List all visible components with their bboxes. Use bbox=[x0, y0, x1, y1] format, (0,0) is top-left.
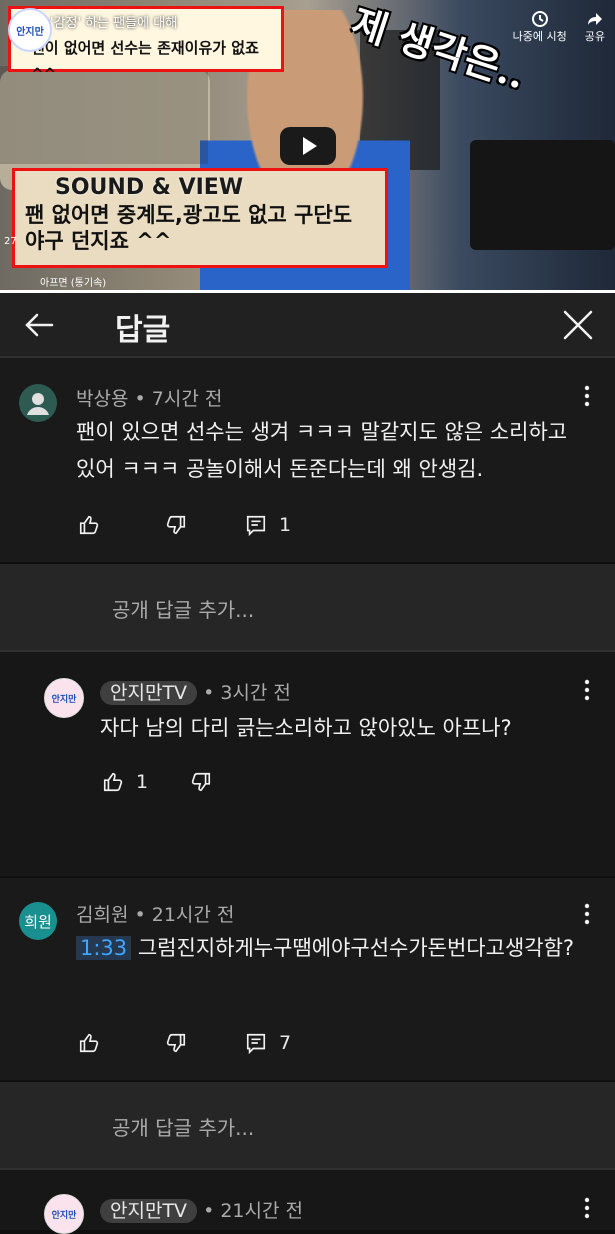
reply-count: 1 bbox=[279, 514, 292, 536]
comment-time: • 21시간 전 bbox=[134, 904, 235, 926]
comment-item: 안지만 안지만TV • 21시간 전 bbox=[0, 1170, 615, 1234]
more-vert-icon[interactable] bbox=[582, 902, 592, 926]
comment-time: • 7시간 전 bbox=[134, 388, 223, 410]
like-button[interactable]: 1 bbox=[102, 771, 148, 793]
share-icon bbox=[587, 13, 602, 25]
avatar[interactable]: 안지만 bbox=[44, 678, 84, 718]
thumbs-down-icon bbox=[166, 1033, 186, 1053]
channel-logo: 안지만 bbox=[8, 8, 52, 52]
video-background-couch bbox=[470, 140, 615, 250]
replies-header: 답글 bbox=[0, 293, 615, 358]
watch-later-control[interactable]: 나중에 시청 bbox=[513, 10, 567, 44]
avatar-text: 안지만 bbox=[51, 694, 77, 705]
close-icon[interactable] bbox=[558, 305, 598, 345]
default-user-icon bbox=[27, 393, 49, 415]
comment-text: 자다 남의 다리 긁는소리하고 앉아있노 아프나? bbox=[100, 716, 512, 740]
comment-icon bbox=[246, 515, 266, 536]
share-control[interactable]: 공유 bbox=[585, 10, 605, 44]
thumbs-up-icon bbox=[103, 772, 123, 792]
thumbs-down-icon bbox=[191, 772, 211, 792]
avatar[interactable]: 안지만 bbox=[44, 1194, 84, 1234]
comment-text: 그럼진지하게누구땜에야구선수가돈번다고생각함? bbox=[137, 936, 575, 960]
comment-time: • 21시간 전 bbox=[203, 1200, 303, 1222]
comment-author[interactable]: 김희원 bbox=[76, 904, 128, 926]
avatar-text: 희원 bbox=[24, 912, 52, 931]
caption-bottom-text: 팬 없어면 중계도,광고도 없고 구단도 야구 던지죠 ^^ bbox=[25, 203, 353, 253]
dislike-button[interactable] bbox=[165, 514, 187, 536]
like-button[interactable] bbox=[78, 1032, 100, 1054]
comment-author[interactable]: 박상용 bbox=[76, 388, 128, 410]
add-reply-placeholder: 공개 답글 추가... bbox=[112, 598, 255, 622]
caption-top-title: '감정' 하는 팬들에 대해 bbox=[50, 16, 178, 31]
comment-author[interactable]: 안지만TV bbox=[100, 1199, 198, 1223]
dislike-button[interactable] bbox=[165, 1032, 187, 1054]
share-label: 공유 bbox=[584, 30, 605, 43]
add-reply-placeholder: 공개 답글 추가... bbox=[112, 1116, 255, 1140]
more-vert-icon[interactable] bbox=[582, 384, 592, 408]
comment-author-line: 박상용 • 7시간 전 bbox=[76, 384, 222, 411]
timestamp-link[interactable]: 1:33 bbox=[76, 936, 132, 960]
comment-author-line: 안지만TV • 3시간 전 bbox=[100, 678, 291, 705]
comment-author-line: 김희원 • 21시간 전 bbox=[76, 900, 234, 927]
add-reply-input[interactable]: 공개 답글 추가... bbox=[0, 564, 615, 652]
comment-item: 안지만 안지만TV • 3시간 전 자다 남의 다리 긁는소리하고 앉아있노 아… bbox=[0, 652, 615, 876]
comment-author[interactable]: 안지만TV bbox=[100, 681, 198, 705]
clock-icon bbox=[531, 11, 548, 27]
video-side-count: 27 bbox=[4, 236, 17, 247]
video-caption-bottom: SOUND & VIEW 팬 없어면 중계도,광고도 없고 구단도 야구 던지죠… bbox=[12, 168, 388, 268]
like-count: 1 bbox=[136, 771, 149, 793]
comment-time: • 3시간 전 bbox=[203, 682, 291, 704]
video-bottom-info: 아프면 (통기속) bbox=[40, 278, 107, 289]
caption-bottom-head: SOUND & VIEW bbox=[55, 175, 244, 200]
page-title: 답글 bbox=[115, 313, 171, 348]
back-arrow-icon[interactable] bbox=[20, 305, 60, 345]
avatar-text: 안지만 bbox=[51, 1210, 77, 1221]
comment-item: 박상용 • 7시간 전 팬이 있으면 선수는 생겨 ㅋㅋㅋ 말같지도 않은 소리… bbox=[0, 358, 615, 562]
comment-text: 팬이 있으면 선수는 생겨 ㅋㅋㅋ 말같지도 않은 소리하고 있어 ㅋㅋㅋ 공놀… bbox=[76, 420, 568, 481]
reply-count: 7 bbox=[279, 1032, 292, 1054]
thumbs-up-icon bbox=[79, 1033, 99, 1053]
add-reply-input[interactable]: 공개 답글 추가... bbox=[0, 1082, 615, 1170]
watch-later-label: 나중에 시청 bbox=[512, 30, 567, 43]
video-top-controls: 나중에 시청 공유 bbox=[513, 10, 605, 44]
thumbs-up-icon bbox=[79, 515, 99, 535]
more-vert-icon[interactable] bbox=[582, 678, 592, 702]
comment-item: 희원 김희원 • 21시간 전 1:33 그럼진지하게누구땜에야구선수가돈번다고… bbox=[0, 878, 615, 1080]
avatar[interactable] bbox=[19, 384, 57, 422]
more-vert-icon[interactable] bbox=[582, 1196, 592, 1220]
reply-button[interactable]: 1 bbox=[245, 514, 291, 536]
thumbs-down-icon bbox=[166, 515, 186, 535]
comment-author-line: 안지만TV • 21시간 전 bbox=[100, 1196, 303, 1223]
play-button[interactable] bbox=[280, 127, 336, 165]
avatar[interactable]: 희원 bbox=[19, 902, 57, 940]
reply-button[interactable]: 7 bbox=[245, 1032, 291, 1054]
like-button[interactable] bbox=[78, 514, 100, 536]
video-player[interactable]: 팬이 없어면 선수는 존재이유가 없죠 ^^ 안지만 '감정' 하는 팬들에 대… bbox=[0, 0, 615, 293]
comment-text-block: 1:33 그럼진지하게누구땜에야구선수가돈번다고생각함? bbox=[76, 930, 591, 967]
dislike-button[interactable] bbox=[190, 771, 212, 793]
comment-icon bbox=[246, 1033, 266, 1054]
